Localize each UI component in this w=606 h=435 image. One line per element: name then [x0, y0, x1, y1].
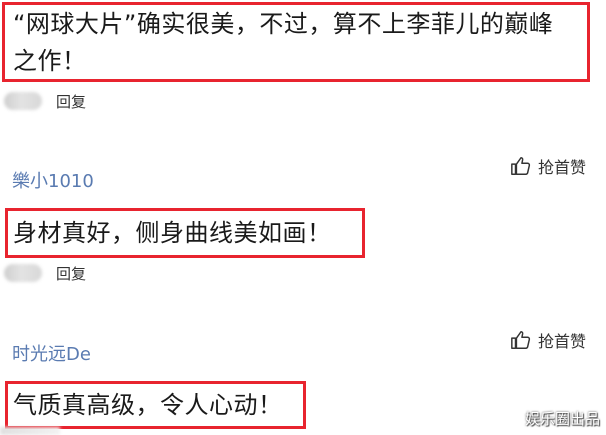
- comment-1-highlight-box: “网球大片”确实很美，不过，算不上李菲儿的巅峰 之作！: [2, 2, 590, 82]
- thumbs-up-icon: [511, 331, 531, 349]
- comment-3-like-button[interactable]: 抢首赞: [510, 328, 586, 352]
- comment-2-text: 身材真好，侧身曲线美如画！: [13, 219, 332, 247]
- comment-2-like-button[interactable]: 抢首赞: [510, 154, 586, 178]
- comment-2-reply-button[interactable]: 回复: [56, 263, 86, 284]
- comment-1-text-line-1: “网球大片”确实很美，不过，算不上李菲儿的巅峰: [13, 10, 554, 38]
- blurred-avatar: [4, 264, 42, 282]
- comment-2-username[interactable]: 樂小1010: [12, 167, 94, 193]
- watermark-text: 娱乐圈出品: [524, 410, 600, 428]
- comment-3-username[interactable]: 时光远De: [12, 340, 91, 366]
- comment-3-text: 气质真高级，令人心动！: [13, 391, 283, 419]
- blurred-avatar: [4, 92, 42, 110]
- comment-2-like-label: 抢首赞: [538, 158, 587, 177]
- thumbs-up-icon: [511, 157, 531, 175]
- blurred-avatar: [0, 427, 60, 435]
- comment-2-highlight-box: 身材真好，侧身曲线美如画！: [5, 208, 365, 258]
- comment-1-text-line-2: 之作！: [13, 47, 87, 75]
- comment-1-reply-row: 回复: [4, 90, 86, 112]
- comment-3-like-label: 抢首赞: [538, 332, 587, 351]
- comment-1-reply-button[interactable]: 回复: [56, 91, 86, 112]
- comment-3-highlight-box: 气质真高级，令人心动！: [5, 381, 306, 429]
- comment-2-reply-row: 回复: [4, 262, 86, 284]
